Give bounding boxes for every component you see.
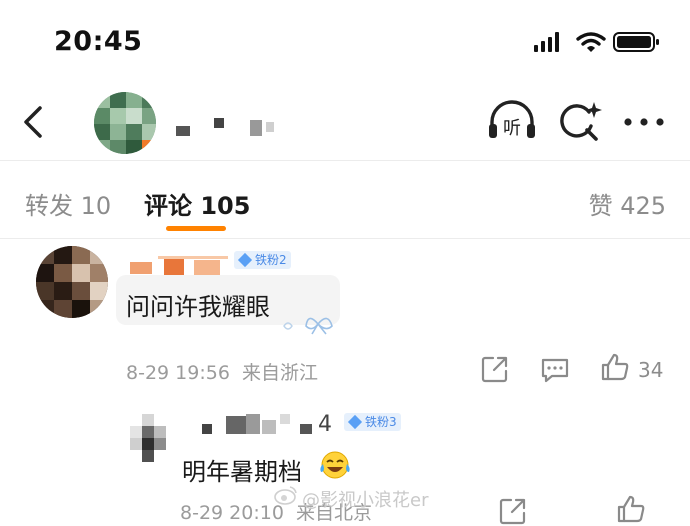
battery-icon [613, 32, 659, 52]
nav-divider [0, 160, 690, 161]
status-icons [534, 32, 659, 52]
listen-button[interactable]: 听 [486, 100, 538, 142]
watermark: @影视小浪花er [276, 486, 428, 512]
diamond-icon [347, 414, 363, 430]
comment-meta: 8-29 19:56 来自浙江 [126, 358, 318, 385]
share-icon[interactable] [480, 354, 510, 384]
fan-badge: 铁粉3 [344, 413, 401, 431]
search-button[interactable] [556, 100, 602, 144]
reply-avatar[interactable] [130, 414, 178, 462]
tab-likes[interactable]: 赞 425 [589, 186, 666, 221]
tabs-divider [0, 238, 690, 239]
profile-avatar[interactable] [94, 92, 156, 154]
fan-badge-label: 铁粉2 [255, 253, 287, 267]
back-button[interactable] [18, 104, 50, 140]
more-icon [624, 118, 664, 126]
thumbs-up-icon[interactable] [616, 494, 646, 524]
tab-repost[interactable]: 转发 10 [25, 186, 111, 221]
watermark-text: @影视小浪花er [302, 490, 429, 511]
cellular-signal-icon [534, 32, 559, 52]
share-icon[interactable] [498, 496, 528, 526]
comment-avatar[interactable] [36, 246, 108, 318]
comment-time: 8-29 19:56 [126, 362, 230, 384]
diamond-icon [237, 252, 253, 268]
tab-comments[interactable]: 评论 105 [144, 186, 250, 221]
laugh-cry-emoji-icon [320, 451, 350, 479]
fan-badge: 铁粉2 [234, 251, 291, 269]
profile-name-redacted [176, 118, 274, 136]
comment-text: 问问许我耀眼 [126, 293, 270, 321]
more-button[interactable] [622, 112, 666, 132]
listen-label: 听 [503, 118, 521, 139]
reply-time: 8-29 20:10 [180, 502, 284, 524]
reply-username-tail: 4 [318, 412, 332, 437]
bow-decoration-icon [283, 317, 333, 335]
active-tab-indicator [166, 226, 226, 231]
comment-icon[interactable] [540, 355, 570, 385]
thumbs-up-icon[interactable] [600, 352, 630, 382]
like-count: 34 [638, 358, 664, 382]
fan-badge-label: 铁粉3 [365, 415, 397, 429]
search-icon [560, 102, 602, 141]
comment-location: 来自浙江 [242, 362, 319, 384]
reply-text: 明年暑期档 [182, 458, 302, 486]
wifi-icon [576, 32, 606, 52]
status-time: 20:45 [54, 26, 143, 57]
